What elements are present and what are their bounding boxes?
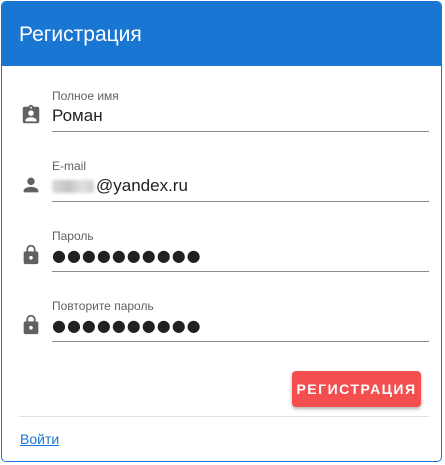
email-underline xyxy=(52,201,429,202)
password-underline xyxy=(52,271,429,272)
registration-dialog: Регистрация Полное имя Роман E-mail @yan… xyxy=(1,1,442,462)
dialog-title: Регистрация xyxy=(19,23,142,46)
dialog-header: Регистрация xyxy=(2,2,441,66)
blurred-username xyxy=(52,180,94,194)
email-domain: @yandex.ru xyxy=(96,176,188,195)
fullname-label: Полное имя xyxy=(52,89,119,103)
person-icon xyxy=(20,174,42,196)
fullname-input[interactable]: Роман xyxy=(52,105,103,127)
contact-badge-icon xyxy=(20,104,42,126)
register-button[interactable]: РЕГИСТРАЦИЯ xyxy=(292,371,421,407)
password-repeat-input[interactable]: ●●●●●●●●●● xyxy=(52,315,202,337)
password-repeat-label: Повторите пароль xyxy=(52,299,154,313)
password-repeat-underline xyxy=(52,341,429,342)
email-label: E-mail xyxy=(52,159,87,173)
divider xyxy=(19,416,429,417)
email-input[interactable]: @yandex.ru xyxy=(52,175,188,197)
password-label: Пароль xyxy=(52,229,94,243)
login-link[interactable]: Войти xyxy=(20,431,59,447)
lock-icon xyxy=(20,244,42,266)
lock-icon xyxy=(20,314,42,336)
password-input[interactable]: ●●●●●●●●●● xyxy=(52,245,202,267)
fullname-underline xyxy=(52,131,429,132)
